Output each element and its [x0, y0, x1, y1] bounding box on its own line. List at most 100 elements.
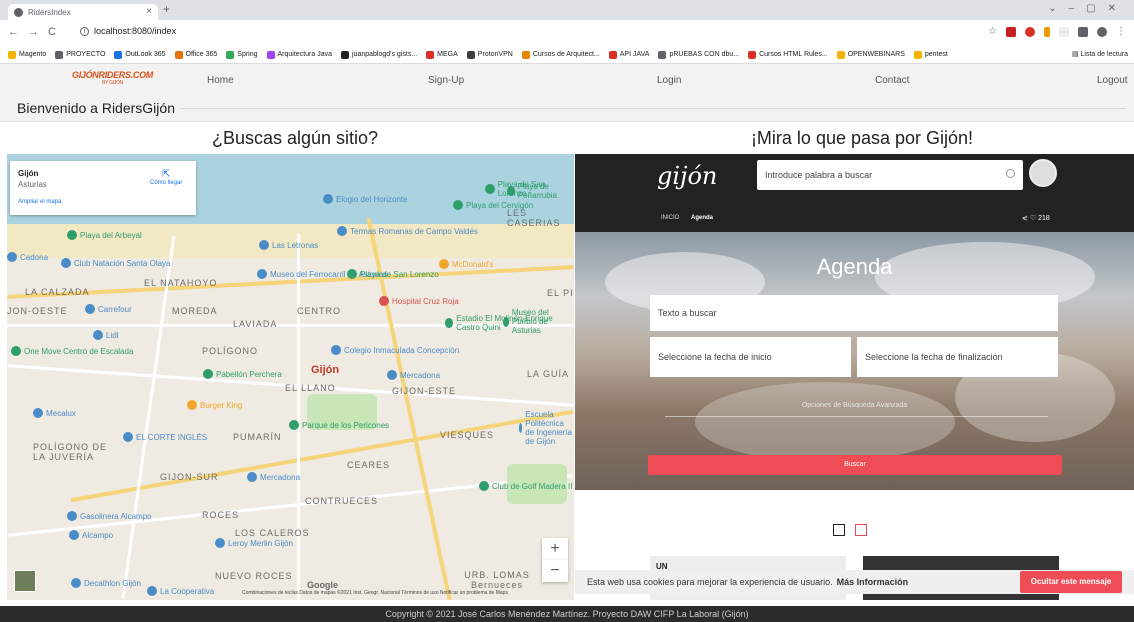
site-logo[interactable]: GIJÓNRIDERS.COM BY GIJÓN: [72, 70, 153, 86]
share-icon[interactable]: ⋞: [1022, 215, 1028, 222]
reading-list[interactable]: ▤ Lista de lectura: [1067, 50, 1128, 58]
map-poi[interactable]: Mercadona: [387, 370, 440, 380]
map-poi[interactable]: La Cooperativa: [147, 586, 214, 596]
nav-login[interactable]: Login: [657, 75, 681, 86]
more-info-link[interactable]: Más Información: [837, 577, 909, 587]
breadcrumb-current: Agenda: [691, 215, 714, 221]
end-date-input[interactable]: Seleccione la fecha de finalización: [857, 337, 1058, 377]
opera-icon[interactable]: [1025, 26, 1035, 37]
map-poi[interactable]: Elogio del Horizonte: [323, 194, 408, 204]
nav-buttons[interactable]: ←→C: [8, 26, 65, 38]
bookmark-item[interactable]: Office 365: [174, 50, 217, 59]
map-poi[interactable]: Museo del Pueblo de Asturias: [503, 308, 574, 335]
bookmark-icon: [174, 50, 183, 59]
text-search-input[interactable]: Texto a buscar: [650, 295, 1058, 331]
globe-icon: [14, 7, 23, 17]
zoom-in-button[interactable]: +: [542, 538, 568, 560]
gijon-search-input[interactable]: Introduce palabra a buscar: [757, 160, 1023, 190]
nav-logout[interactable]: Logout: [1097, 75, 1128, 86]
window-controls[interactable]: ⌄–▢✕: [1048, 3, 1128, 14]
bookmark-item[interactable]: juanpablogd's gists...: [341, 50, 417, 59]
bookmark-item[interactable]: Magento: [8, 50, 46, 59]
hide-cookie-button[interactable]: Ocultar este mensaje: [1020, 571, 1122, 593]
map-poi[interactable]: Club de Golf Madera II: [479, 481, 572, 491]
share-like-bar[interactable]: ⋞ ♡ 218: [1022, 214, 1050, 222]
bookmark-icon: [466, 50, 475, 59]
new-tab-button[interactable]: +: [163, 2, 170, 16]
start-date-input[interactable]: Seleccione la fecha de inicio: [650, 337, 851, 377]
bookmark-item[interactable]: pentest: [913, 50, 948, 59]
extension-icon[interactable]: [1059, 26, 1069, 37]
puzzle-icon[interactable]: [1078, 26, 1088, 37]
map-poi[interactable]: Cadona: [7, 252, 48, 262]
map-poi[interactable]: Hospital Cruz Roja: [379, 296, 459, 306]
map-poi[interactable]: Pabellón Perchera: [203, 369, 282, 379]
gijon-logo[interactable]: gijón: [657, 162, 717, 190]
nav-home[interactable]: Home: [207, 75, 234, 86]
search-button[interactable]: Buscar: [648, 455, 1062, 475]
map-poi[interactable]: Decathlon Gijón: [71, 578, 141, 588]
map-poi[interactable]: Mecalux: [33, 408, 76, 418]
map-district-label: JON-OESTE: [7, 306, 68, 316]
grid-view-icon[interactable]: [855, 524, 867, 536]
map-poi[interactable]: Parque de los Pericones: [289, 420, 389, 430]
bookmark-item[interactable]: MEGA: [426, 50, 458, 59]
bookmark-item[interactable]: OPENWEBINARS: [836, 50, 905, 59]
map-poi[interactable]: Leroy Merlin Gijón: [215, 538, 293, 548]
google-map[interactable]: Gijón Asturias Ampliar el mapa ⇱ Cómo lle…: [7, 154, 574, 600]
map-poi[interactable]: Carrefour: [85, 304, 132, 314]
map-poi[interactable]: Escuela Politécnica de Ingeniería de Gij…: [519, 410, 574, 446]
satellite-toggle[interactable]: [14, 570, 36, 592]
map-poi[interactable]: EL CORTE INGLÉS: [123, 432, 207, 442]
browser-tab[interactable]: RidersIndex ×: [8, 4, 158, 20]
map-poi[interactable]: Lidl: [93, 330, 118, 340]
close-tab-icon[interactable]: ×: [146, 6, 152, 17]
map-poi[interactable]: Playa de Peñarrubia: [507, 182, 574, 200]
bookmark-item[interactable]: OutLook 365: [114, 50, 166, 59]
map-poi[interactable]: Playa de San Lorenzo: [347, 269, 439, 279]
bookmark-item[interactable]: Spring: [226, 50, 258, 59]
avatar[interactable]: [1029, 159, 1057, 187]
bookmark-item[interactable]: Cursos HTML Rules...: [748, 50, 828, 59]
search-placeholder: Introduce palabra a buscar: [765, 170, 873, 180]
extension-icon[interactable]: [1044, 26, 1050, 37]
map-poi[interactable]: Termas Romanas de Campo Valdés: [337, 226, 478, 236]
breadcrumb-home[interactable]: INICIO: [661, 215, 679, 221]
bookmark-icon: [8, 50, 16, 59]
bookmark-item[interactable]: Cursos de Arquitect...: [521, 50, 600, 59]
bookmark-item[interactable]: Arquitectura Java: [266, 50, 332, 59]
url-field[interactable]: i localhost:8080/index: [80, 26, 176, 36]
directions-link[interactable]: ⇱ Cómo llegar: [150, 169, 182, 186]
search-icon[interactable]: [1006, 169, 1015, 178]
nav-signup[interactable]: Sign-Up: [428, 75, 464, 86]
info-icon[interactable]: i: [80, 26, 89, 36]
map-poi[interactable]: Alcampo: [69, 530, 113, 540]
zoom-out-button[interactable]: −: [542, 560, 568, 582]
map-poi[interactable]: Mercadona: [247, 472, 300, 482]
profile-icon[interactable]: [1097, 26, 1107, 37]
map-poi[interactable]: Colegio Inmaculada Concepción: [331, 345, 459, 355]
bookmark-item[interactable]: ProtonVPN: [466, 50, 513, 59]
map-poi[interactable]: Playa del Cervigón: [453, 200, 533, 210]
map-district-label: GIJON-ESTE: [392, 386, 457, 396]
enlarge-map-link[interactable]: Ampliar el mapa: [18, 199, 61, 205]
bookmark-item[interactable]: pRUEBAS CON dbu...: [658, 50, 739, 59]
map-poi[interactable]: Gasolinera Alcampo: [67, 511, 152, 521]
list-view-icon[interactable]: [833, 524, 845, 536]
map-poi[interactable]: Las Letronas: [259, 240, 318, 250]
bookmark-item[interactable]: API JAVA: [608, 50, 649, 59]
extension-icon[interactable]: [1006, 26, 1016, 37]
map-poi[interactable]: Burger King: [187, 400, 242, 410]
bookmark-item[interactable]: PROYECTO: [55, 50, 105, 59]
map-district-label: URB. LOMAS Bernueces: [464, 570, 530, 590]
map-poi[interactable]: McDonald's: [439, 259, 494, 269]
star-icon[interactable]: ☆: [988, 26, 997, 37]
menu-icon[interactable]: ⋮: [1116, 26, 1126, 37]
nav-contact[interactable]: Contact: [875, 75, 909, 86]
heart-icon[interactable]: ♡: [1030, 215, 1036, 222]
map-poi[interactable]: Playa del Arbeyal: [67, 230, 142, 240]
advanced-options-link[interactable]: Opciones de Búsqueda Avanzada: [575, 402, 1134, 409]
map-poi[interactable]: One Move Centro de Escalada: [11, 346, 133, 356]
map-poi[interactable]: Club Natación Santa Olaya: [61, 258, 171, 268]
map-pin-icon: [519, 423, 523, 433]
